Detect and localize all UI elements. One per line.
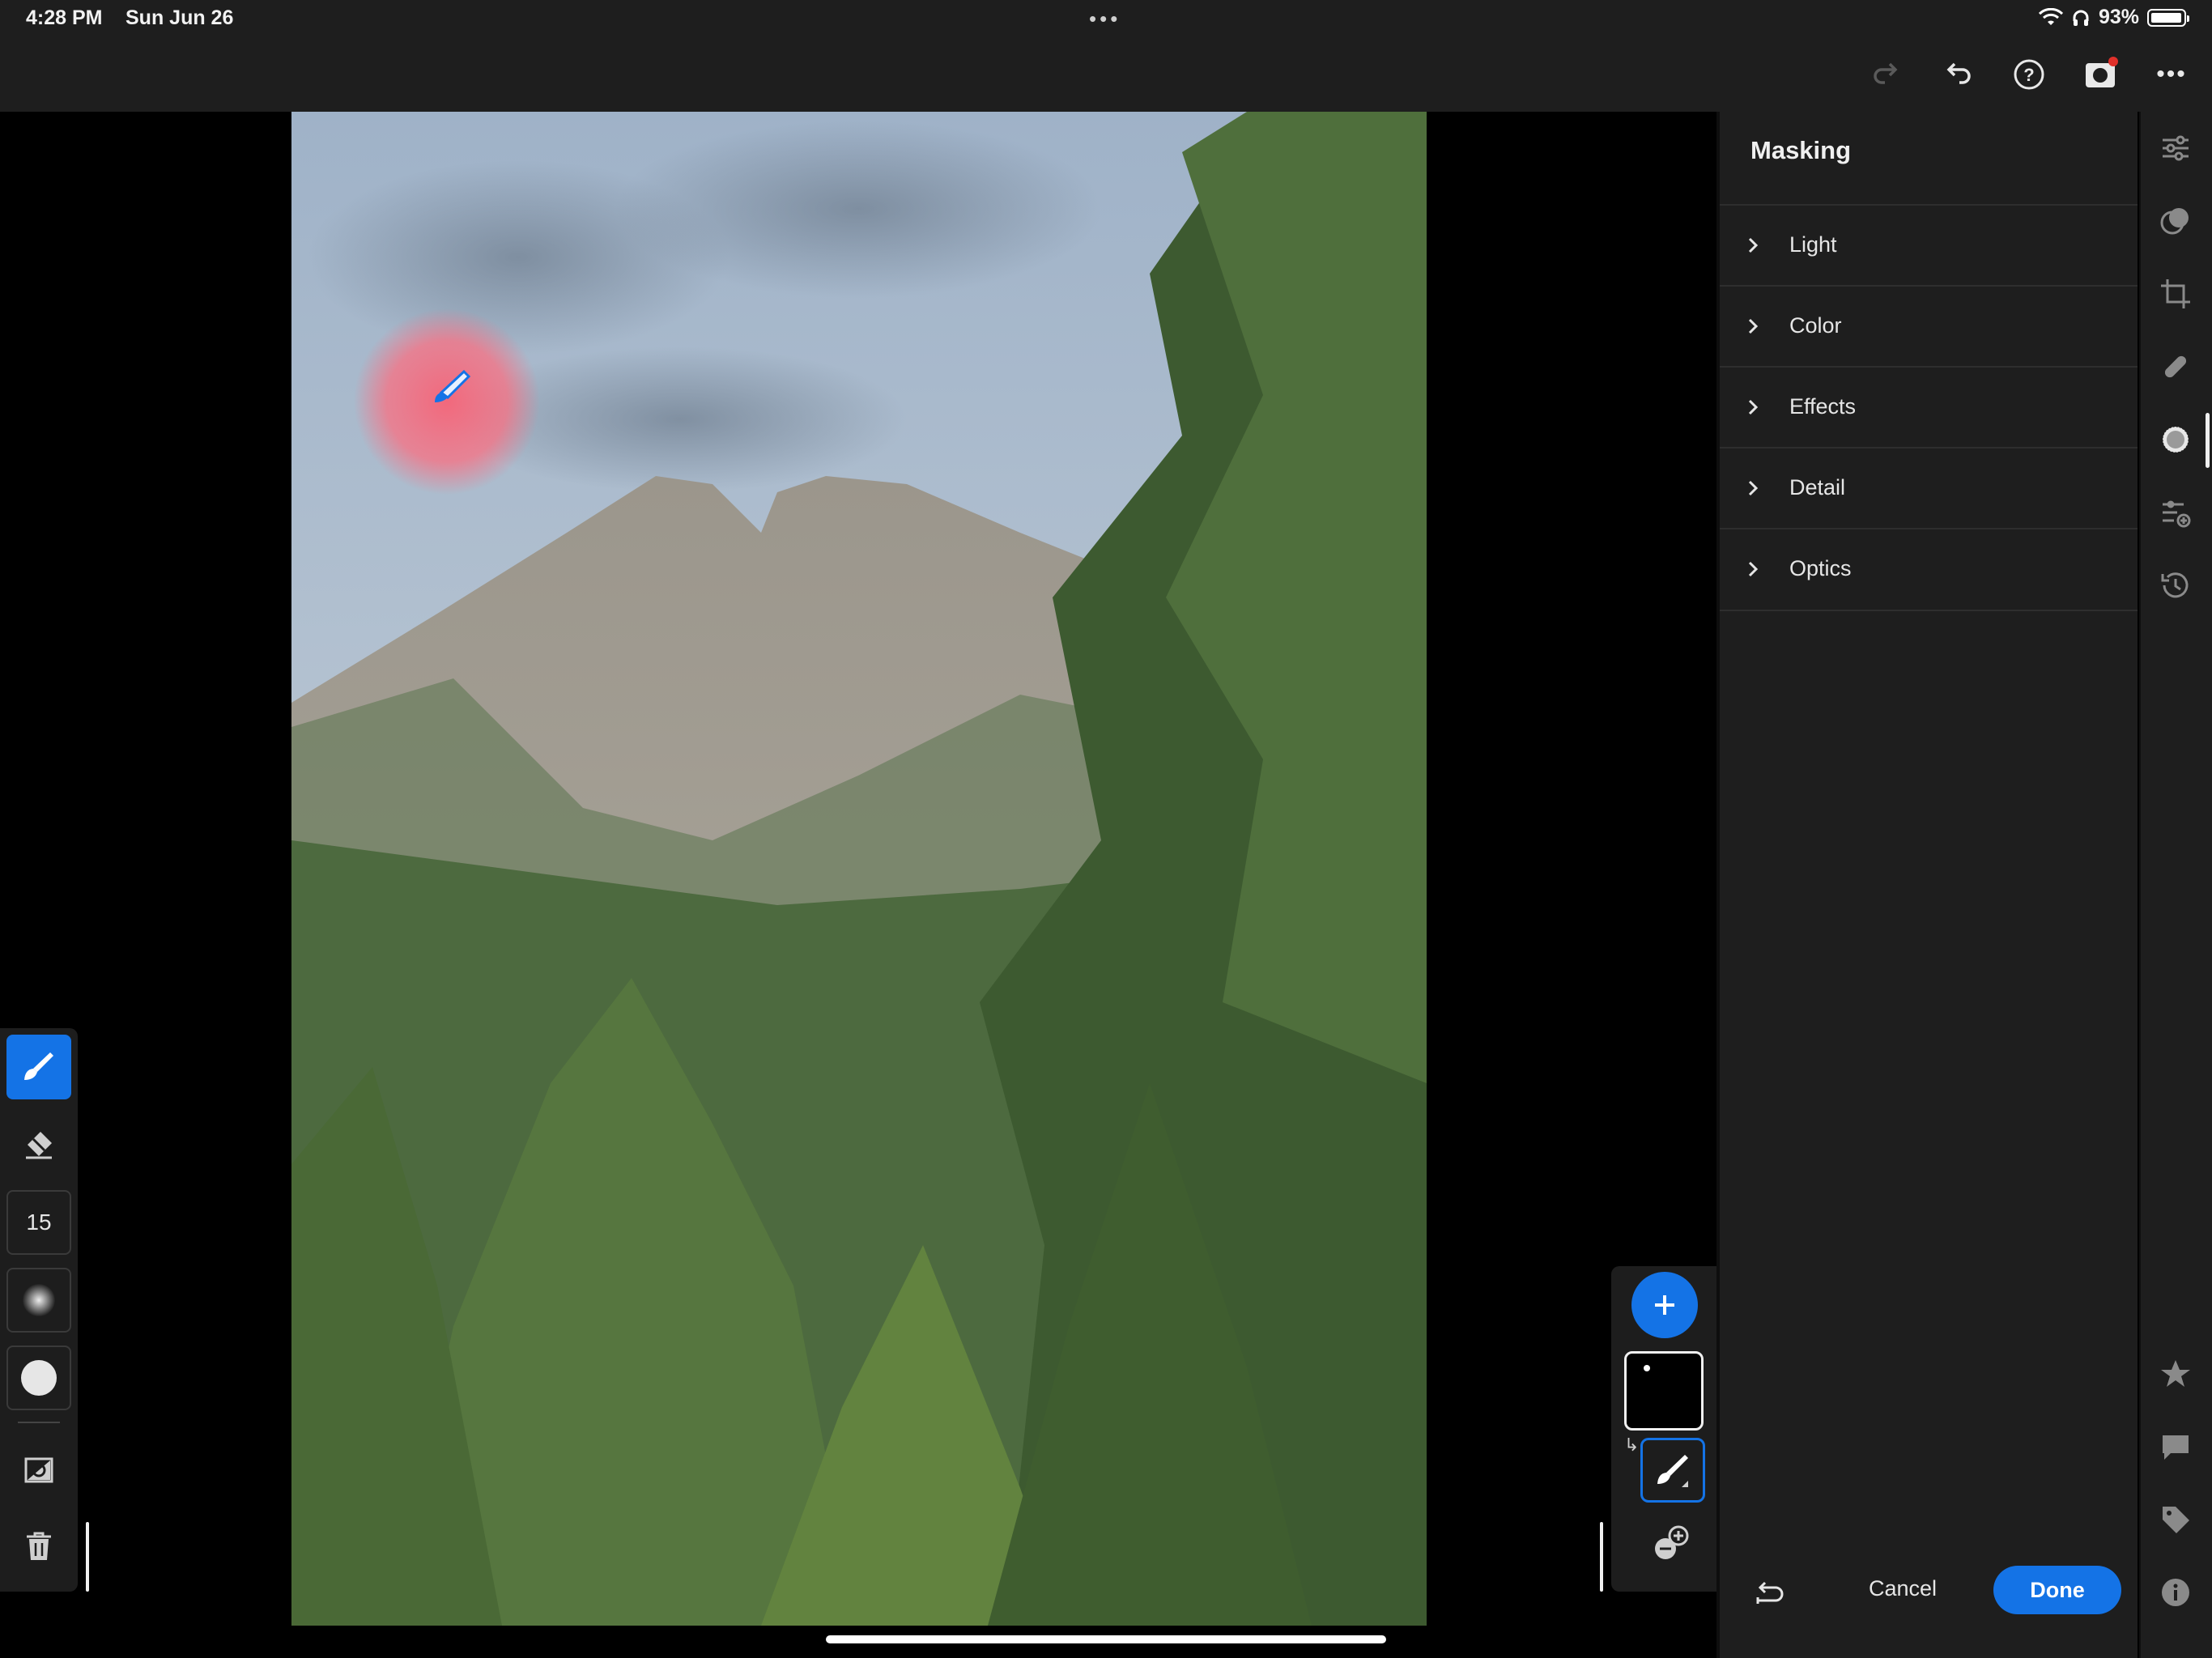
chevron-right-icon — [1748, 480, 1759, 496]
masking-icon[interactable] — [2155, 419, 2196, 460]
crop-icon[interactable] — [2155, 274, 2196, 314]
feather-control[interactable] — [6, 1268, 71, 1333]
photo-image — [291, 112, 1427, 1626]
healing-icon[interactable] — [2155, 346, 2196, 387]
versions-icon[interactable] — [2155, 492, 2196, 533]
mask-dot — [1644, 1365, 1650, 1371]
reset-icon[interactable] — [1750, 1571, 1791, 1611]
flow-icon — [21, 1360, 57, 1396]
subcomponent-arrow-icon: ↳ — [1624, 1435, 1640, 1455]
brush-component[interactable] — [1640, 1438, 1705, 1503]
wifi-icon — [2038, 7, 2063, 25]
status-time: 4:28 PM — [26, 6, 103, 29]
invert-icon — [24, 1457, 53, 1483]
photo[interactable] — [291, 112, 1427, 1626]
done-button[interactable]: Done — [1993, 1566, 2121, 1614]
star-icon[interactable] — [2155, 1354, 2196, 1394]
chevron-right-icon — [1748, 561, 1759, 577]
section-label: Optics — [1789, 556, 1852, 580]
section-label: Light — [1789, 232, 1837, 257]
battery-percent: 93% — [2098, 6, 2139, 28]
eraser-icon — [26, 1132, 52, 1159]
multitask-dots[interactable]: ••• — [1089, 6, 1121, 32]
add-mask-button[interactable] — [1631, 1272, 1698, 1338]
cancel-button[interactable]: Cancel — [1854, 1564, 1951, 1613]
delete-tool[interactable] — [6, 1514, 71, 1579]
edit-sliders-icon[interactable] — [2155, 128, 2196, 168]
section-label: Detail — [1789, 475, 1846, 500]
plus-icon — [1655, 1295, 1674, 1315]
panel-collapse-handle[interactable] — [86, 1522, 89, 1592]
brush-tool[interactable] — [6, 1035, 71, 1099]
brush-size-value: 15 — [26, 1209, 52, 1235]
flow-control[interactable] — [6, 1346, 71, 1410]
section-label: Effects — [1789, 394, 1857, 419]
subtract-mask-button[interactable] — [1645, 1517, 1699, 1571]
brush-icon — [24, 1052, 53, 1080]
section-effects[interactable]: Effects — [1720, 366, 2138, 448]
help-icon[interactable]: ? — [2005, 50, 2053, 99]
mask-thumbnail[interactable] — [1624, 1351, 1704, 1431]
panel-title: Masking — [1750, 136, 1852, 164]
rail-active-indicator — [2206, 413, 2210, 468]
more-icon[interactable]: ••• — [2147, 50, 2196, 99]
feather-icon — [23, 1284, 55, 1316]
redo-icon[interactable] — [1862, 50, 1911, 99]
section-label: Color — [1789, 313, 1842, 338]
comment-icon[interactable] — [2155, 1426, 2196, 1467]
undo-icon[interactable] — [1933, 50, 1982, 99]
chevron-right-icon — [1748, 318, 1759, 334]
section-color[interactable]: Color — [1720, 285, 2138, 367]
invert-tool[interactable] — [6, 1438, 71, 1503]
brush-size-control[interactable]: 15 — [6, 1190, 71, 1255]
status-date: Sun Jun 26 — [125, 6, 234, 29]
trash-icon — [27, 1532, 51, 1560]
tools-divider — [18, 1422, 60, 1423]
subtract-icon — [1655, 1525, 1689, 1559]
history-icon[interactable] — [2155, 565, 2196, 606]
status-right: 93% — [2038, 6, 2189, 29]
headphones-icon — [2073, 10, 2089, 26]
section-optics[interactable]: Optics — [1720, 528, 2138, 611]
chevron-right-icon — [1748, 237, 1759, 253]
presets-icon[interactable] — [2155, 201, 2196, 241]
brush-icon — [1657, 1455, 1688, 1487]
mask-panel-handle[interactable] — [1600, 1522, 1603, 1592]
tag-icon[interactable] — [2155, 1499, 2196, 1540]
svg-text:?: ? — [2023, 65, 2034, 85]
battery-icon — [2147, 8, 2189, 27]
chevron-right-icon — [1748, 399, 1759, 415]
section-light[interactable]: Light — [1720, 204, 2138, 286]
home-indicator[interactable] — [826, 1635, 1386, 1643]
eraser-tool[interactable] — [6, 1112, 71, 1177]
share-icon[interactable] — [2076, 50, 2125, 99]
section-detail[interactable]: Detail — [1720, 447, 2138, 529]
info-icon[interactable] — [2155, 1572, 2196, 1613]
